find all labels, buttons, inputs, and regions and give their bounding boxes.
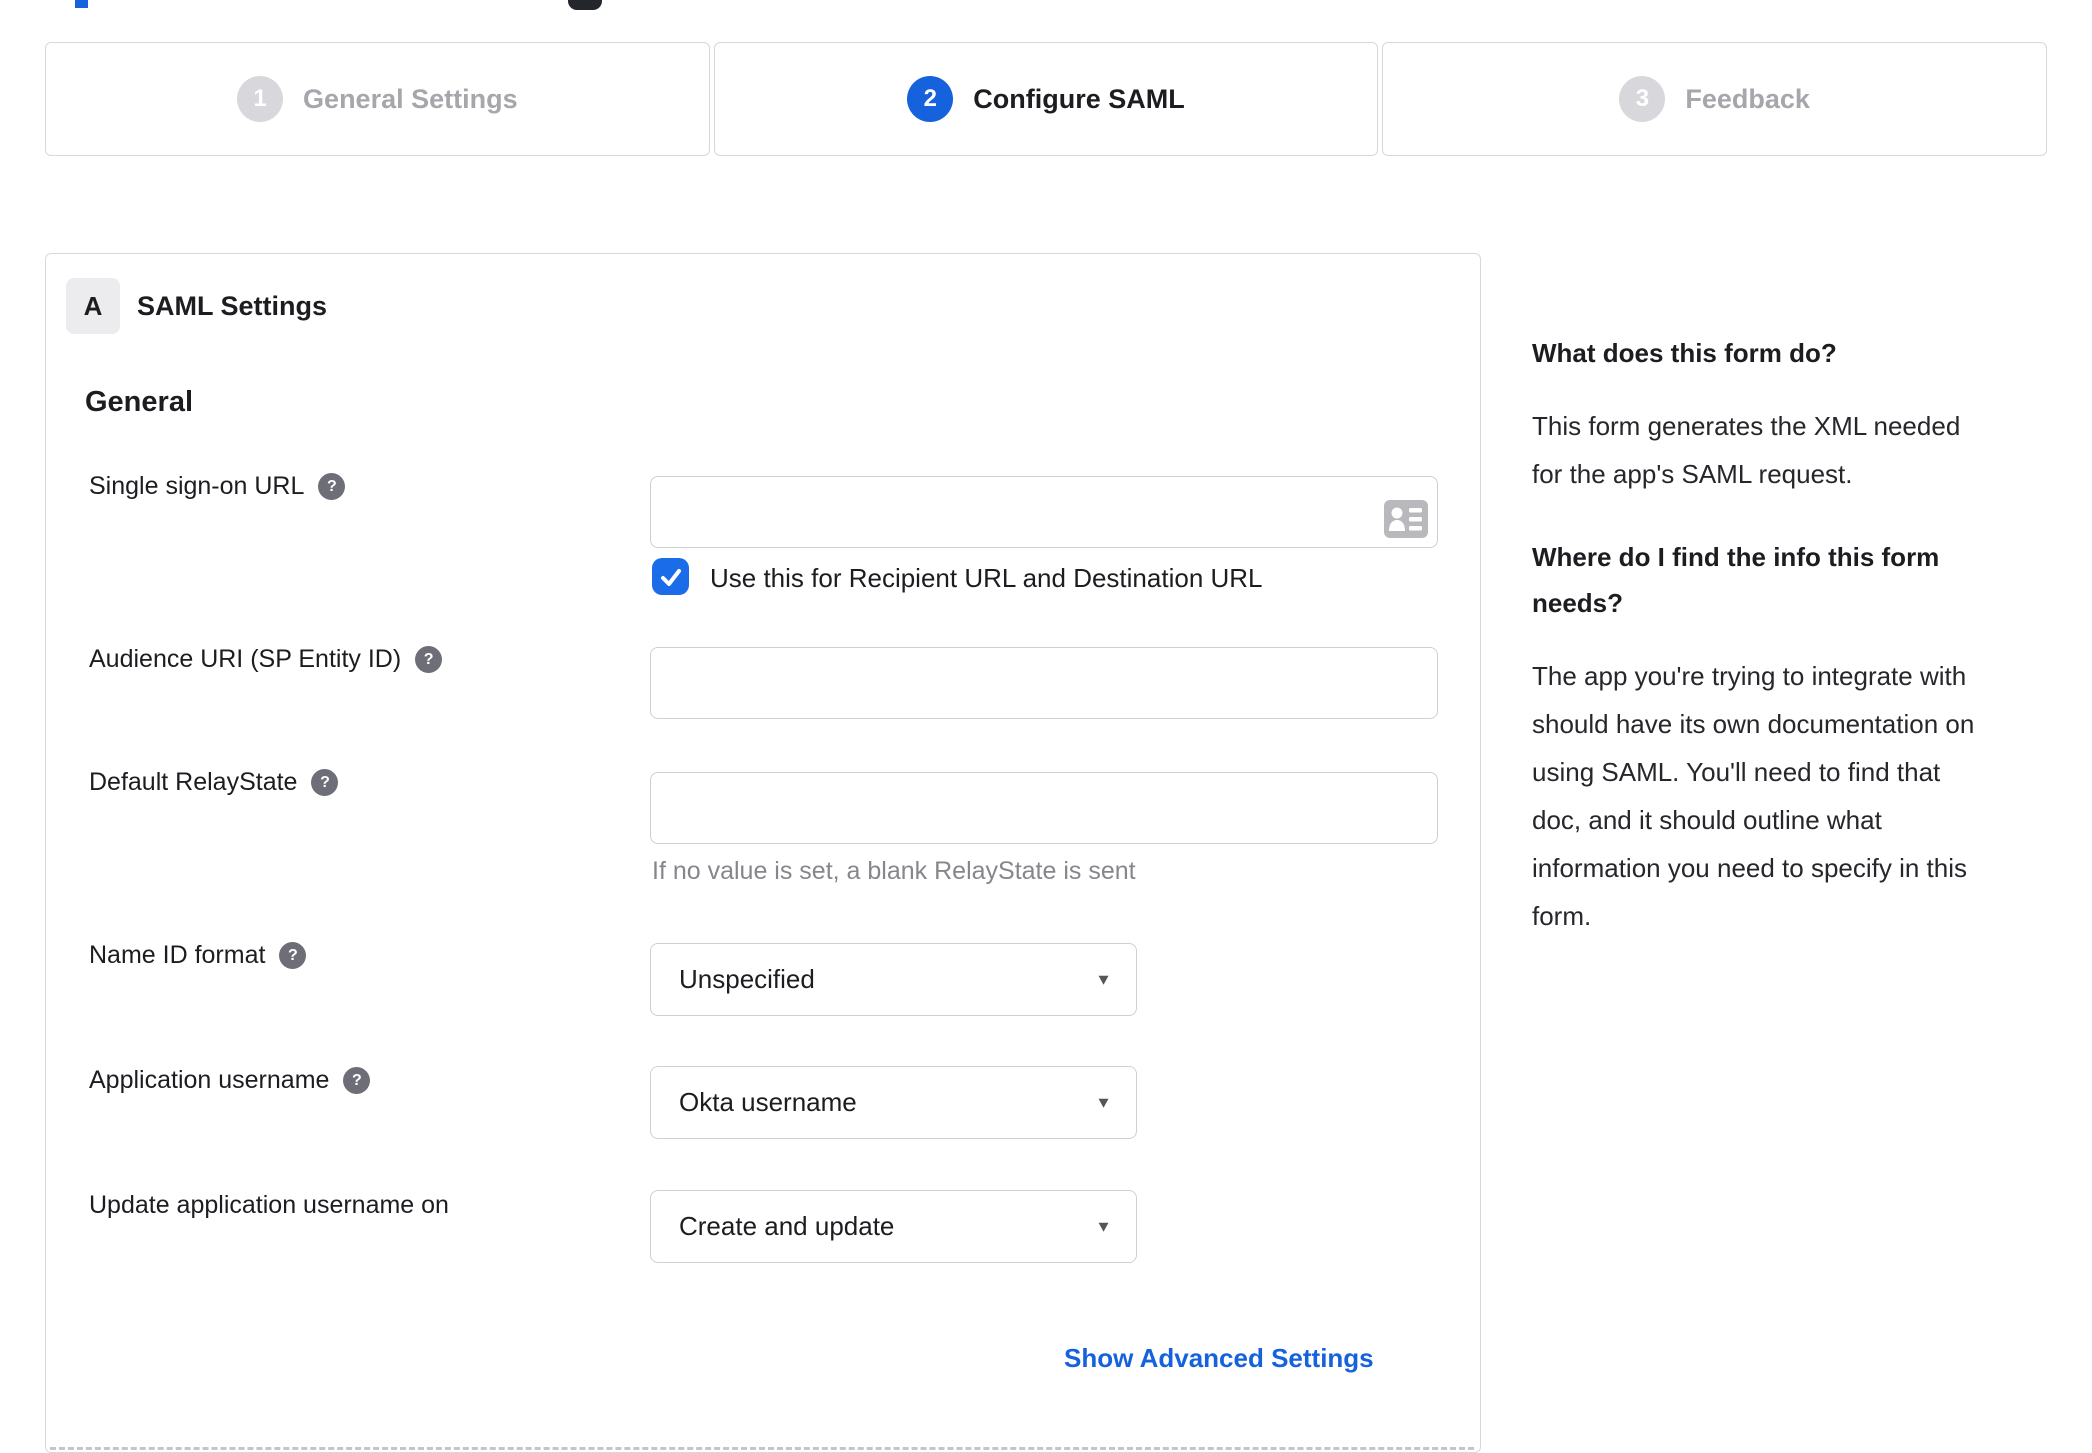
field-label: Application username xyxy=(89,1066,330,1094)
step-label: General Settings xyxy=(303,83,518,114)
saml-settings-panel: A SAML Settings General Single sign-on U… xyxy=(45,253,1481,1453)
field-label: Default RelayState xyxy=(89,768,298,796)
help-icon[interactable]: ? xyxy=(343,1067,371,1094)
step-feedback[interactable]: 3 Feedback xyxy=(1382,42,2048,156)
relay-state-label-row: Default RelayState ? xyxy=(89,768,339,797)
sidebar-answer-1: This form generates the XML needed for t… xyxy=(1532,411,1961,489)
cutoff-blue-element xyxy=(75,0,88,8)
checkbox-label: Use this for Recipient URL and Destinati… xyxy=(710,563,1263,593)
field-label: Single sign-on URL xyxy=(89,472,305,500)
panel-title: SAML Settings xyxy=(137,291,328,321)
update-username-label-row: Update application username on xyxy=(89,1191,449,1220)
help-icon[interactable]: ? xyxy=(318,473,346,500)
chevron-down-icon: ▼ xyxy=(1095,1093,1112,1111)
relay-state-hint: If no value is set, a blank RelayState i… xyxy=(652,857,1136,885)
help-sidebar: What does this form do? This form genera… xyxy=(1532,330,2048,940)
help-icon[interactable]: ? xyxy=(311,769,339,796)
name-id-format-label-row: Name ID format ? xyxy=(89,941,307,970)
name-id-format-select[interactable]: Unspecified ▼ xyxy=(650,943,1137,1016)
update-username-select[interactable]: Create and update ▼ xyxy=(650,1190,1137,1263)
help-icon[interactable]: ? xyxy=(415,646,443,673)
chevron-down-icon: ▼ xyxy=(1095,970,1112,988)
sso-url-input[interactable] xyxy=(650,476,1438,548)
field-label: Audience URI (SP Entity ID) xyxy=(89,645,402,673)
step-general-settings[interactable]: 1 General Settings xyxy=(45,42,710,156)
application-username-select[interactable]: Okta username ▼ xyxy=(650,1066,1137,1139)
step-number-badge: 1 xyxy=(237,76,284,122)
section-divider-dashed xyxy=(50,1447,1474,1450)
cutoff-dark-element xyxy=(568,0,602,10)
field-label: Name ID format xyxy=(89,941,266,969)
show-advanced-settings-link[interactable]: Show Advanced Settings xyxy=(1064,1343,1374,1374)
general-section-heading: General xyxy=(85,386,193,418)
step-configure-saml[interactable]: 2 Configure SAML xyxy=(713,42,1379,156)
audience-uri-label-row: Audience URI (SP Entity ID) ? xyxy=(89,645,443,674)
step-number-badge: 3 xyxy=(1619,76,1666,122)
step-label: Configure SAML xyxy=(973,83,1185,114)
recipient-url-checkbox[interactable] xyxy=(652,558,689,595)
audience-uri-input[interactable] xyxy=(650,647,1438,719)
contact-card-icon[interactable] xyxy=(1384,500,1428,538)
chevron-down-icon: ▼ xyxy=(1095,1217,1112,1235)
sidebar-question-1: What does this form do? xyxy=(1532,338,1837,368)
sidebar-answer-2: The app you're trying to integrate with … xyxy=(1532,661,1975,931)
sso-url-label-row: Single sign-on URL ? xyxy=(89,472,346,501)
relay-state-input[interactable] xyxy=(650,772,1438,844)
section-a-badge: A xyxy=(66,278,120,334)
step-number-badge: 2 xyxy=(907,76,954,122)
step-label: Feedback xyxy=(1685,83,1810,114)
field-label: Update application username on xyxy=(89,1191,449,1219)
application-username-label-row: Application username ? xyxy=(89,1066,371,1095)
sidebar-question-2: Where do I find the info this form needs… xyxy=(1532,542,1940,618)
help-icon[interactable]: ? xyxy=(279,942,307,969)
wizard-stepper: 1 General Settings 2 Configure SAML 3 Fe… xyxy=(45,42,2048,156)
checkmark-icon xyxy=(660,568,681,586)
